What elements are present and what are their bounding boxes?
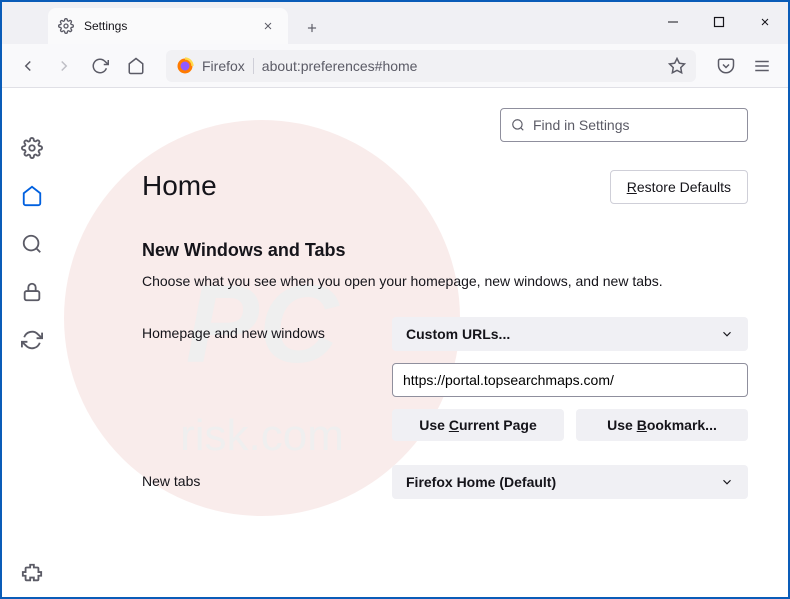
settings-sidebar — [2, 88, 62, 597]
settings-search-input[interactable] — [533, 117, 737, 133]
setting-homepage: Homepage and new windows Custom URLs... … — [142, 317, 748, 441]
restore-defaults-button[interactable]: RRestore Defaultsestore Defaults — [610, 170, 748, 204]
sidebar-item-privacy[interactable] — [20, 280, 44, 304]
homepage-url-input[interactable] — [392, 363, 748, 397]
section-title: New Windows and Tabs — [142, 240, 748, 261]
firefox-logo-icon — [176, 57, 194, 75]
url-address: about:preferences#home — [262, 58, 660, 74]
page-title: Home — [142, 170, 217, 202]
newtabs-dropdown[interactable]: Firefox Home (Default) — [392, 465, 748, 499]
use-bookmark-button[interactable]: Use Bookmark... — [576, 409, 748, 441]
address-bar[interactable]: Firefox about:preferences#home — [166, 50, 696, 82]
sidebar-item-home[interactable] — [20, 184, 44, 208]
content: PCrisk.com Home RRestore Defaultsestore … — [2, 88, 788, 597]
sidebar-item-general[interactable] — [20, 136, 44, 160]
homepage-dropdown-value: Custom URLs... — [406, 326, 510, 342]
sidebar-item-search[interactable] — [20, 232, 44, 256]
new-tab-button[interactable] — [296, 12, 328, 44]
tab-title: Settings — [84, 19, 248, 33]
use-current-page-button[interactable]: Use Current Page — [392, 409, 564, 441]
gear-icon — [58, 18, 74, 34]
url-context: Firefox — [202, 58, 245, 74]
minimize-button[interactable] — [650, 2, 696, 42]
menu-button[interactable] — [746, 50, 778, 82]
forward-button[interactable] — [48, 50, 80, 82]
bookmark-star-icon[interactable] — [668, 57, 686, 75]
settings-main[interactable]: Home RRestore Defaultsestore Defaults Ne… — [62, 88, 788, 597]
section-description: Choose what you see when you open your h… — [142, 273, 748, 289]
url-separator — [253, 58, 254, 74]
sidebar-item-extensions[interactable] — [20, 561, 44, 585]
settings-search[interactable] — [500, 108, 748, 142]
close-window-button[interactable] — [742, 2, 788, 42]
chevron-down-icon — [720, 327, 734, 341]
home-button[interactable] — [120, 50, 152, 82]
setting-new-tabs: New tabs Firefox Home (Default) — [142, 465, 748, 499]
close-icon[interactable] — [258, 16, 278, 36]
pocket-button[interactable] — [710, 50, 742, 82]
newtabs-dropdown-value: Firefox Home (Default) — [406, 474, 556, 490]
back-button[interactable] — [12, 50, 44, 82]
toolbar: Firefox about:preferences#home — [2, 44, 788, 88]
tab-bar: Settings — [2, 2, 788, 44]
window-controls — [650, 2, 788, 42]
maximize-button[interactable] — [696, 2, 742, 42]
chevron-down-icon — [720, 475, 734, 489]
homepage-dropdown[interactable]: Custom URLs... — [392, 317, 748, 351]
newtabs-label: New tabs — [142, 465, 372, 489]
browser-tab[interactable]: Settings — [48, 8, 288, 44]
reload-button[interactable] — [84, 50, 116, 82]
sidebar-item-sync[interactable] — [20, 328, 44, 352]
homepage-label: Homepage and new windows — [142, 317, 372, 341]
search-icon — [511, 118, 525, 132]
